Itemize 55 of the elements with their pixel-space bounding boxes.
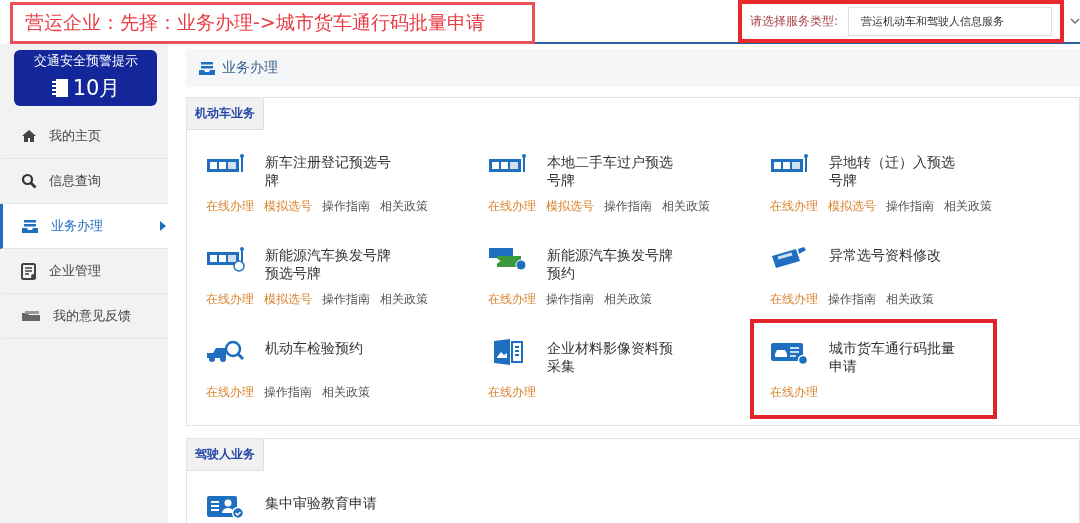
service-title[interactable]: 异常选号资料修改 bbox=[829, 246, 959, 264]
service-link[interactable]: 操作指南 bbox=[264, 385, 312, 400]
service-title[interactable]: 新车注册登记预选号牌 bbox=[265, 153, 395, 189]
service-title[interactable]: 城市货车通行码批量申请 bbox=[829, 339, 959, 375]
notebook-icon bbox=[50, 78, 69, 98]
sidebar-item[interactable]: 我的主页 bbox=[0, 114, 168, 159]
service-type-label: 请选择服务类型: bbox=[749, 12, 838, 30]
sidebar-label: 我的主页 bbox=[49, 127, 101, 145]
service-link[interactable]: 操作指南 bbox=[886, 199, 934, 214]
tray-icon bbox=[21, 218, 39, 234]
service-link[interactable]: 操作指南 bbox=[322, 199, 370, 214]
section-tab[interactable]: 机动车业务 bbox=[187, 98, 264, 130]
tray-icon bbox=[198, 60, 216, 76]
sidebar-label: 我的意见反馈 bbox=[53, 307, 131, 325]
caret-right-icon bbox=[160, 221, 166, 231]
warning-banner[interactable]: 交通安全预警提示 10月 bbox=[14, 50, 157, 106]
chevron-down-icon[interactable] bbox=[1070, 18, 1080, 24]
annotation-callout: 营运企业：先择：业务办理->城市货车通行码批量申请 bbox=[10, 2, 535, 44]
sidebar-item[interactable]: 企业管理 bbox=[0, 249, 168, 294]
service-link[interactable]: 操作指南 bbox=[322, 292, 370, 307]
breadcrumb-label: 业务办理 bbox=[222, 59, 278, 77]
service-link[interactable]: 操作指南 bbox=[546, 292, 594, 307]
service-title[interactable]: 机动车检验预约 bbox=[265, 339, 395, 357]
service-title[interactable]: 企业材料影像资料预采集 bbox=[547, 339, 677, 375]
sidebar-item[interactable]: 业务办理 bbox=[0, 204, 168, 249]
service-link[interactable]: 相关政策 bbox=[380, 199, 428, 214]
section-tab[interactable]: 驾驶人业务 bbox=[187, 439, 264, 471]
service-link[interactable]: 相关政策 bbox=[886, 292, 934, 307]
search-icon bbox=[21, 173, 37, 189]
form-icon bbox=[21, 262, 37, 280]
sidebar-item[interactable]: 我的意见反馈 bbox=[0, 294, 168, 339]
id-card-check-icon bbox=[206, 494, 246, 520]
service-title[interactable]: 集中审验教育申请 bbox=[265, 494, 395, 512]
car-magnifier-icon bbox=[206, 339, 246, 365]
folder-icon bbox=[21, 310, 41, 322]
sidebar-label: 业务办理 bbox=[51, 217, 103, 235]
banner-title: 交通安全预警提示 bbox=[33, 52, 138, 70]
sidebar-label: 企业管理 bbox=[49, 262, 101, 280]
service-title[interactable]: 本地二手车过户预选号牌 bbox=[547, 153, 677, 189]
service-link[interactable]: 相关政策 bbox=[380, 292, 428, 307]
service-link[interactable]: 相关政策 bbox=[944, 199, 992, 214]
home-icon bbox=[21, 129, 37, 143]
service-type-dropdown[interactable]: 营运机动车和驾驶人信息服务 bbox=[848, 6, 1052, 36]
service-title[interactable]: 异地转（迁）入预选号牌 bbox=[829, 153, 959, 189]
service-link[interactable]: 操作指南 bbox=[604, 199, 652, 214]
license-plate-icon bbox=[206, 246, 246, 272]
service-link[interactable]: 操作指南 bbox=[828, 292, 876, 307]
service-link[interactable]: 相关政策 bbox=[662, 199, 710, 214]
service-link[interactable]: 相关政策 bbox=[604, 292, 652, 307]
service-link[interactable]: 相关政策 bbox=[322, 385, 370, 400]
license-plate-swap-icon bbox=[488, 246, 528, 272]
service-title[interactable]: 新能源汽车换发号牌预选号牌 bbox=[265, 246, 395, 282]
sidebar-label: 信息查询 bbox=[49, 172, 101, 190]
banner-month: 10月 bbox=[72, 75, 121, 102]
service-title[interactable]: 新能源汽车换发号牌预约 bbox=[547, 246, 677, 282]
